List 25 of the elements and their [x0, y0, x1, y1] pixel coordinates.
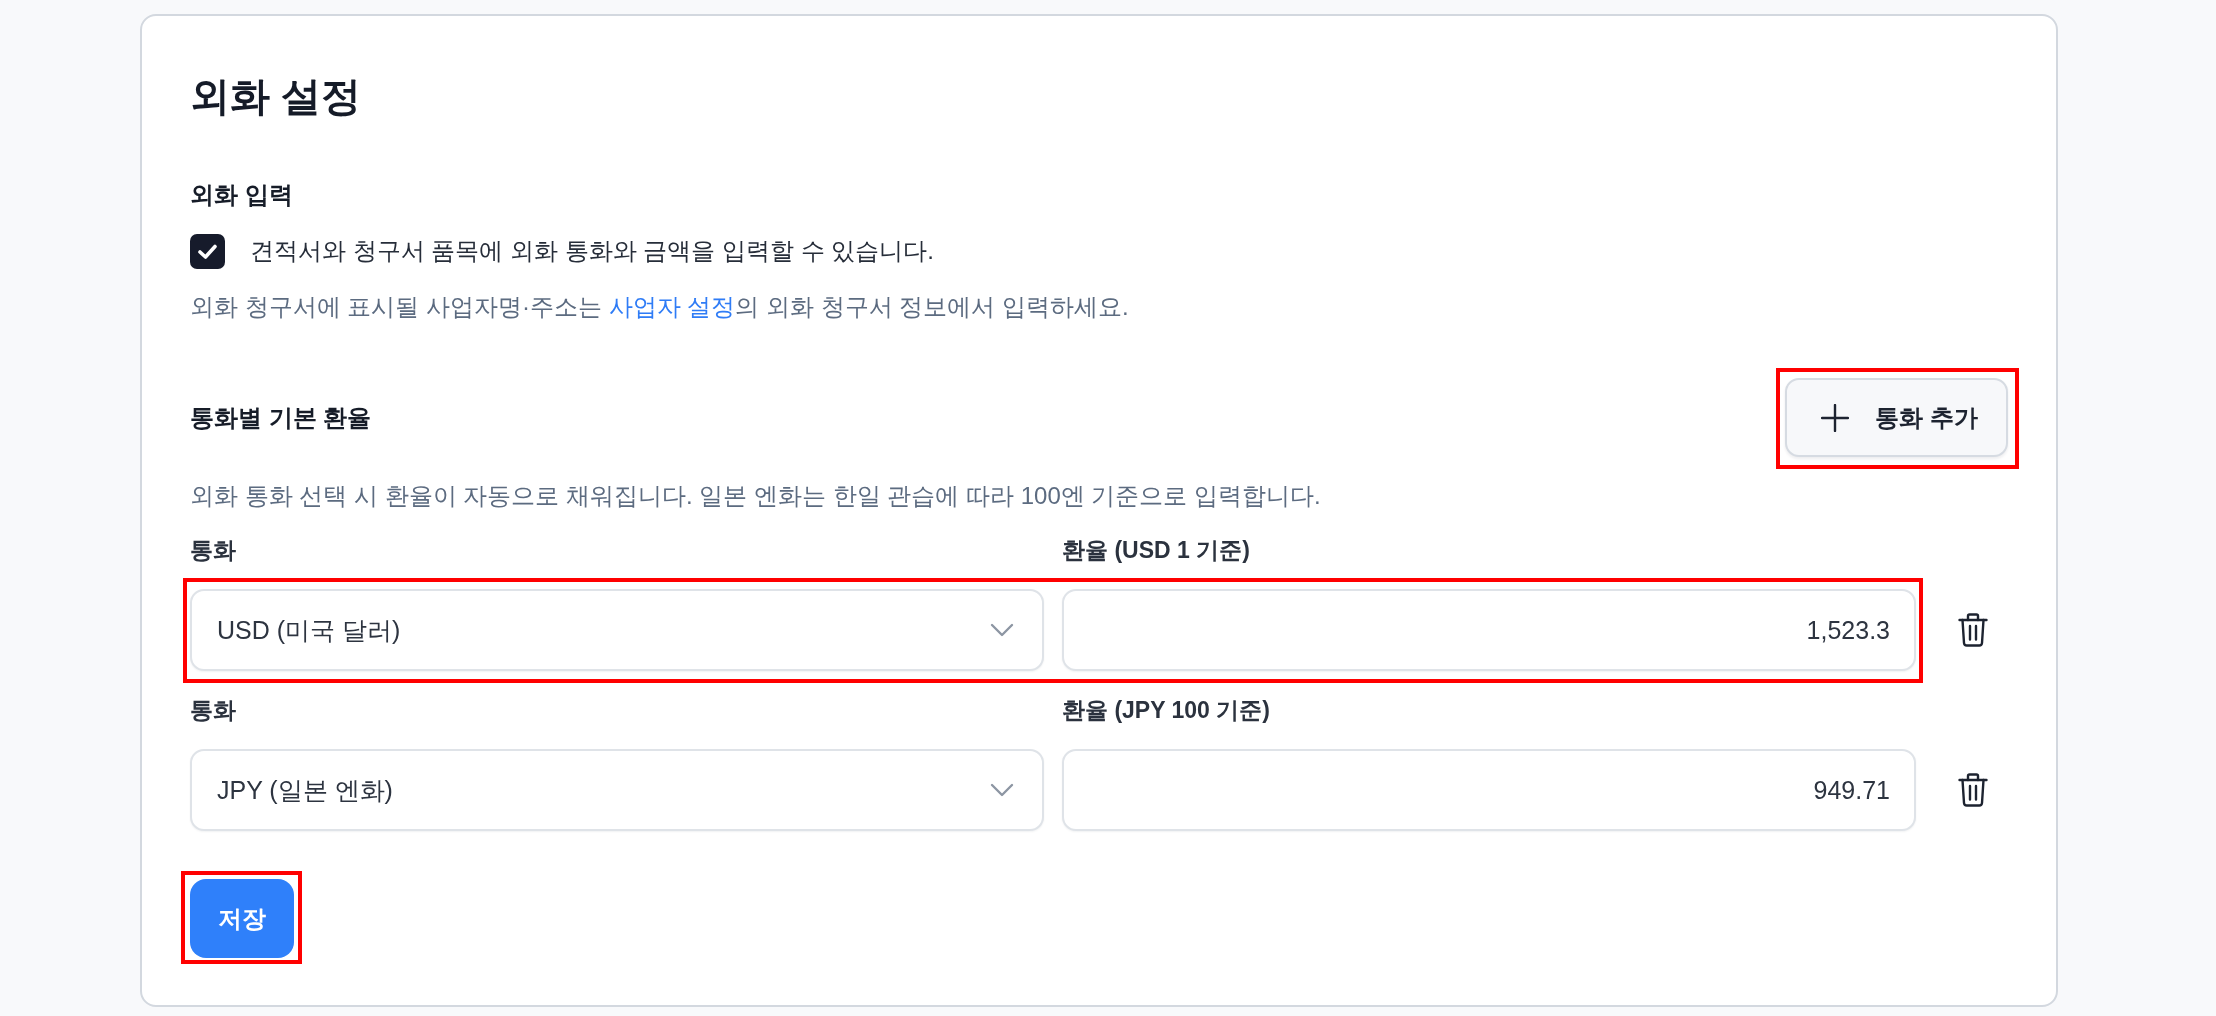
- currency-select[interactable]: JPY (일본 엔화): [190, 749, 1044, 831]
- business-settings-link[interactable]: 사업자 설정: [608, 293, 736, 320]
- trash-icon: [1958, 773, 1988, 807]
- delete-button[interactable]: [1958, 773, 1988, 807]
- field-label: 통화: [190, 536, 236, 565]
- plus-icon: [1821, 403, 1850, 432]
- rate-input[interactable]: 1,523.3: [1062, 589, 1916, 671]
- info-text: 외화 청구서에 표시될 사업자명·주소는 사업자 설정의 외화 청구서 정보에서 입력하세요.: [190, 292, 1129, 322]
- trash-icon: [1958, 613, 1988, 647]
- chevron-down-icon: [990, 783, 1014, 797]
- field-label: 환율 (USD 1 기준): [1062, 536, 1250, 565]
- section-heading: 외화 입력: [190, 180, 293, 210]
- rate-input[interactable]: 949.71: [1062, 749, 1916, 831]
- add-currency-button[interactable]: 통화 추가: [1785, 378, 2008, 457]
- checkbox[interactable]: [190, 233, 225, 269]
- checkbox-label: 견적서와 청구서 품목에 외화 통화와 금액을 입력할 수 있습니다.: [250, 236, 934, 266]
- description-text: 외화 통화 선택 시 환율이 자동으로 채워집니다. 일본 엔화는 한일 관습에 따라 100엔 기준으로 입력합니다.: [190, 481, 1321, 511]
- chevron-down-icon: [990, 623, 1014, 637]
- field-label: 환율 (JPY 100 기준): [1062, 696, 1270, 725]
- page-title: 외화 설정: [190, 73, 362, 120]
- section-heading: 통화별 기본 환율: [190, 402, 372, 433]
- field-label: 통화: [190, 696, 236, 725]
- currency-select[interactable]: USD (미국 달러): [190, 589, 1044, 671]
- save-button[interactable]: 저장: [190, 879, 294, 958]
- delete-button[interactable]: [1958, 613, 1988, 647]
